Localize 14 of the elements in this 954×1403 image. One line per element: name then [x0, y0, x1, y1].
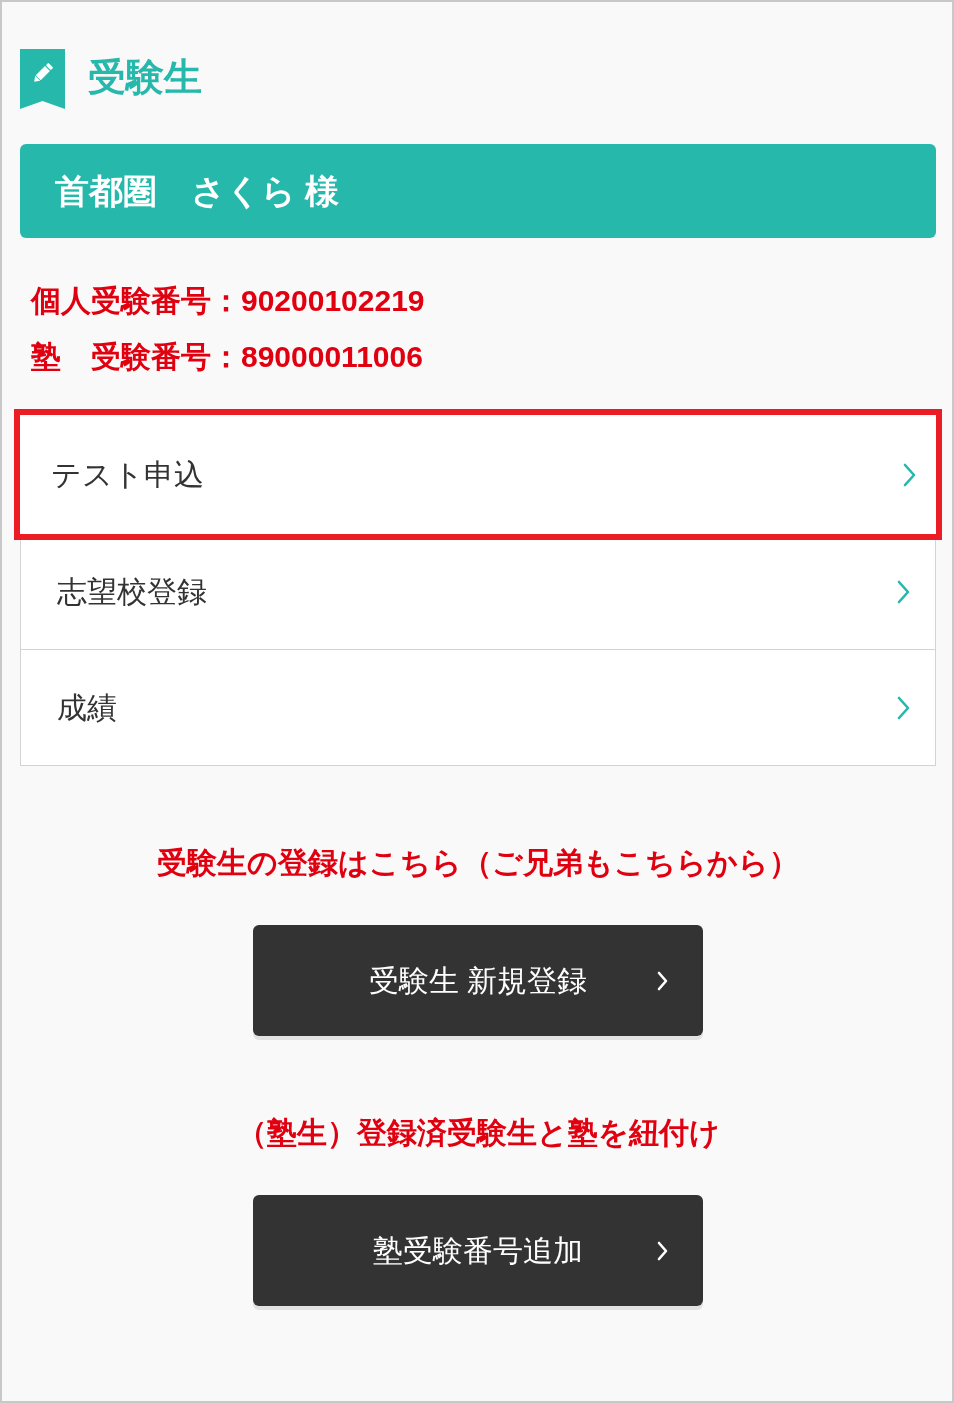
chevron-right-icon	[897, 579, 910, 604]
chevron-right-icon	[657, 1240, 668, 1261]
menu-item[interactable]: テスト申込	[14, 409, 942, 540]
exam-number-text: 塾 受験番号：89000011006	[31, 339, 424, 375]
exam-number-text: 個人受験番号：90200102219	[31, 283, 426, 319]
notice-text: 受験生の登録はこちら（ご兄弟もこちらから）	[156, 845, 800, 881]
menu-item[interactable]: 成績	[20, 650, 936, 766]
chevron-right-icon	[897, 695, 910, 720]
section-title: 受験生	[88, 58, 202, 96]
chevron-right-icon	[903, 462, 916, 487]
bookmark-pencil-icon	[20, 49, 65, 109]
notice-text: （塾生）登録済受験生と塾を紐付け	[235, 1115, 721, 1151]
chevron-right-icon	[657, 970, 668, 991]
student-name-banner: 首都圏 さくら 様	[20, 144, 936, 238]
